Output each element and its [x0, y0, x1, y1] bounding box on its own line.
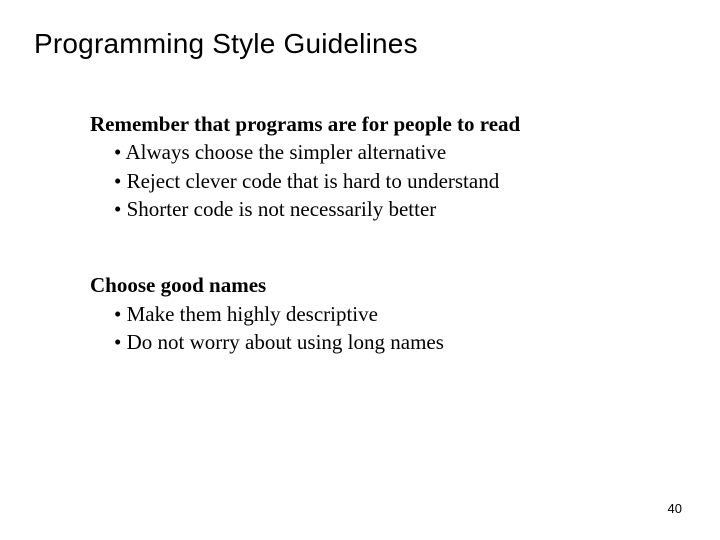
list-item: Reject clever code that is hard to under… — [114, 167, 646, 195]
bullet-list: Make them highly descriptive Do not worr… — [114, 300, 646, 357]
slide-body: Remember that programs are for people to… — [90, 110, 646, 356]
section-heading: Choose good names — [90, 271, 646, 299]
list-item: Make them highly descriptive — [114, 300, 646, 328]
slide: Programming Style Guidelines Remember th… — [0, 0, 720, 540]
slide-title: Programming Style Guidelines — [34, 28, 686, 60]
spacer — [90, 223, 646, 271]
list-item: Do not worry about using long names — [114, 328, 646, 356]
section-heading: Remember that programs are for people to… — [90, 110, 646, 138]
page-number: 40 — [668, 501, 682, 516]
list-item: Always choose the simpler alternative — [114, 138, 646, 166]
list-item: Shorter code is not necessarily better — [114, 195, 646, 223]
bullet-list: Always choose the simpler alternative Re… — [114, 138, 646, 223]
